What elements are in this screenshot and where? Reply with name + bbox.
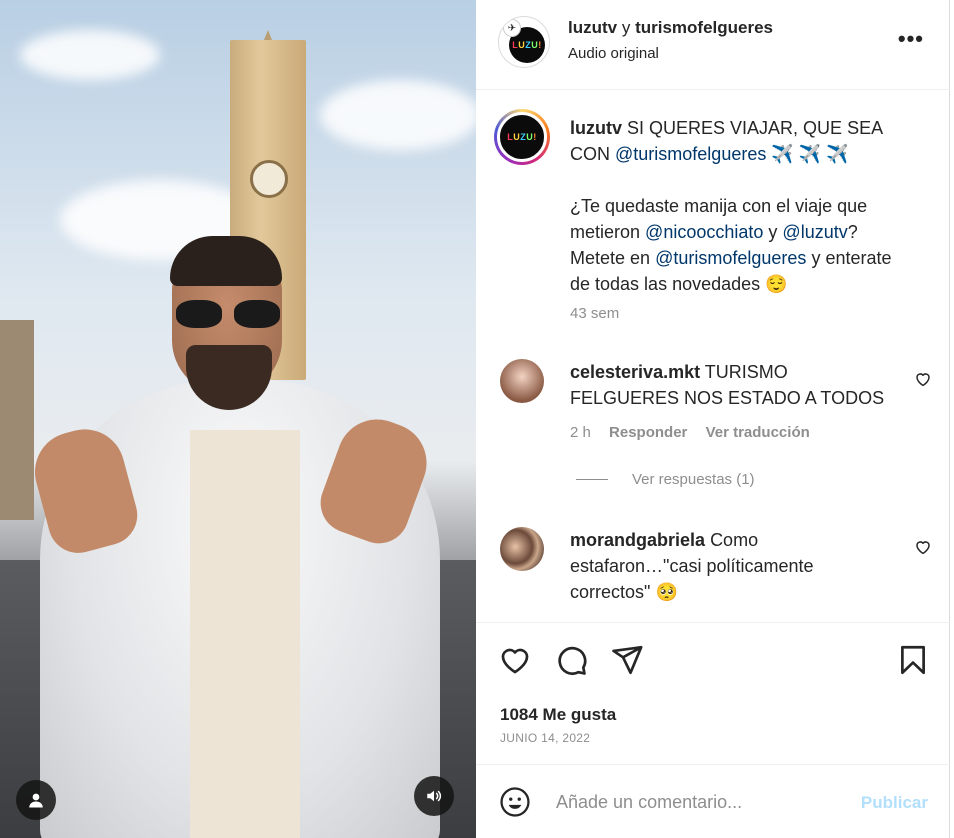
luzu-logo: LUZU! (512, 40, 542, 50)
like-icon[interactable] (498, 643, 532, 677)
comment-username[interactable]: morandgabriela (570, 530, 705, 550)
speaker-icon (427, 790, 442, 802)
header-username-2[interactable]: turismofelgueres (635, 18, 773, 37)
reply-button[interactable]: Responder (609, 424, 687, 441)
comment-icon[interactable] (554, 643, 588, 677)
tower-clock (250, 160, 288, 198)
mention-link[interactable]: @turismofelgueres (615, 144, 766, 164)
post-header: LUZU! ✈ luzutv y turismofelgueres Audio … (476, 0, 950, 90)
comment-like-icon[interactable] (914, 370, 932, 388)
comment-meta: 2 h Responder Ver traducción (570, 424, 824, 441)
caption-p2-c: ? (847, 222, 858, 242)
mention-link[interactable]: @nicoocchiato (645, 222, 763, 242)
share-icon[interactable] (610, 643, 644, 677)
post-date: JUNIO 14, 2022 (500, 731, 591, 745)
header-connector: y (621, 18, 631, 37)
plane-icon: ✈ (503, 19, 521, 37)
comments-section: LUZU! luzutv SI QUERES VIAJAR, QUE SEA C… (476, 91, 950, 621)
mention-link[interactable]: @turismofelgueres (655, 248, 806, 268)
mention-link[interactable]: @luzutv (782, 222, 847, 242)
save-icon[interactable] (896, 643, 930, 677)
tagged-users-button[interactable] (16, 780, 56, 820)
comment-like-icon[interactable] (914, 538, 932, 556)
sky-cloud (20, 30, 160, 80)
emoji-picker-icon[interactable] (498, 785, 532, 819)
sky-cloud (320, 80, 476, 150)
caption-text: luzutv SI QUERES VIAJAR, QUE SEA CON @tu… (570, 115, 910, 297)
pleading-emoji: 🥺 (655, 582, 678, 602)
replies-divider (576, 479, 608, 480)
background-building (0, 320, 34, 520)
caption-p3-a: Metete en (570, 248, 651, 268)
post-actions: 1084 Me gusta JUNIO 14, 2022 (476, 622, 950, 764)
plane-emoji: ✈️ ✈️ ✈️ (771, 144, 849, 164)
more-options-button[interactable]: ••• (898, 26, 924, 52)
comment-text: morandgabriela Como estafaron…"casi polí… (570, 527, 870, 605)
luzu-logo: LUZU! (507, 132, 537, 142)
add-comment-bar: Publicar (476, 764, 950, 838)
comment-input[interactable] (556, 787, 836, 817)
comment-text: celesteriva.mkt TURISMO FELGUERES NOS ES… (570, 359, 890, 411)
post-video[interactable] (0, 0, 476, 838)
caption-time[interactable]: 43 sem (570, 305, 619, 322)
likes-count[interactable]: 1084 Me gusta (500, 705, 616, 725)
audio-toggle-button[interactable] (414, 776, 454, 816)
relieved-emoji: 😌 (765, 274, 788, 294)
view-replies-button[interactable]: Ver respuestas (1) (576, 471, 755, 488)
comment-username[interactable]: celesteriva.mkt (570, 362, 700, 382)
commenter-avatar[interactable] (500, 527, 544, 571)
collab-avatar[interactable]: LUZU! ✈ (498, 16, 550, 68)
man-hoodie (190, 430, 300, 838)
header-username-1[interactable]: luzutv (568, 18, 617, 37)
luzutv-caption-avatar: LUZU! (497, 112, 547, 162)
post-details-panel: LUZU! ✈ luzutv y turismofelgueres Audio … (476, 0, 950, 838)
caption-avatar-ring[interactable]: LUZU! (494, 109, 550, 165)
publish-button[interactable]: Publicar (861, 793, 928, 813)
translate-button[interactable]: Ver traducción (706, 424, 810, 441)
header-usernames[interactable]: luzutv y turismofelgueres (568, 18, 773, 38)
view-replies-label: Ver respuestas (1) (632, 471, 755, 488)
caption-p2-b: y (768, 222, 778, 242)
commenter-avatar[interactable] (500, 359, 544, 403)
caption-meta: 43 sem (570, 305, 633, 322)
audio-label[interactable]: Audio original (568, 45, 659, 62)
person-icon (29, 793, 43, 808)
comment-time[interactable]: 2 h (570, 424, 591, 441)
sunglasses (176, 300, 280, 330)
caption-username[interactable]: luzutv (570, 118, 622, 138)
